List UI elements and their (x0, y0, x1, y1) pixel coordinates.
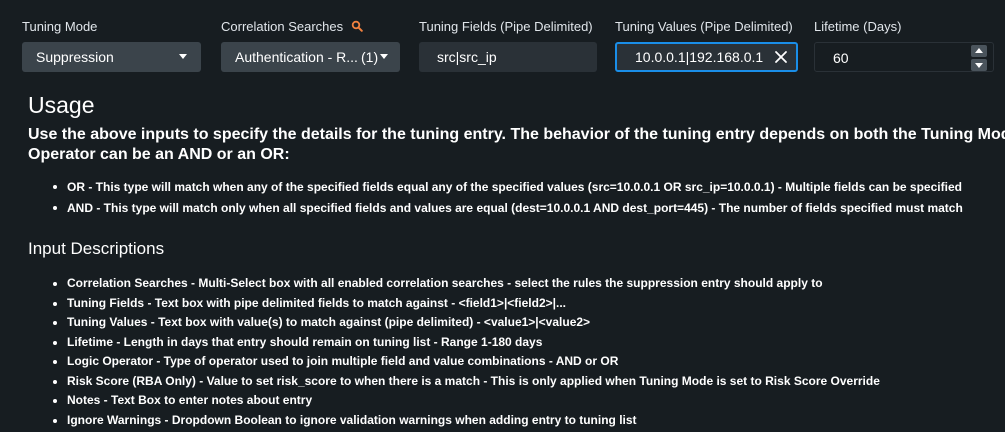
lifetime-stepper[interactable] (971, 45, 987, 71)
increment-button[interactable] (971, 45, 987, 57)
list-item: Tuning Values - Text box with value(s) t… (28, 313, 880, 333)
lifetime-group: Lifetime (Days) 60 (814, 18, 994, 72)
tuning-fields-group: Tuning Fields (Pipe Delimited) src|src_i… (419, 18, 597, 72)
tuning-values-input[interactable]: 10.0.0.1|192.168.0.1/16 (615, 42, 798, 72)
tuning-mode-label: Tuning Mode (22, 19, 98, 34)
input-descriptions-list: Correlation Searches - Multi-Select box … (28, 274, 880, 430)
chevron-down-icon (380, 54, 388, 59)
tuning-fields-value: src|src_ip (437, 49, 497, 65)
usage-heading: Usage (28, 92, 95, 118)
correlation-searches-label: Correlation Searches (221, 19, 344, 34)
chevron-down-icon (975, 63, 983, 68)
usage-intro-line-2: Operator can be an AND or an OR: (28, 146, 290, 163)
tuning-mode-group: Tuning Mode Suppression (22, 18, 201, 72)
tuning-values-group: Tuning Values (Pipe Delimited) 10.0.0.1|… (615, 18, 798, 72)
list-item: Risk Score (RBA Only) - Value to set ris… (28, 372, 880, 392)
list-item: Ignore Warnings - Dropdown Boolean to ig… (28, 411, 880, 431)
correlation-searches-value: Authentication - R... (235, 49, 358, 65)
chevron-up-icon (975, 48, 983, 53)
tuning-inputs-row: Tuning Mode Suppression Correlation Sear… (0, 0, 1005, 90)
lifetime-label: Lifetime (Days) (814, 19, 902, 34)
tuning-mode-value: Suppression (36, 49, 114, 65)
correlation-searches-group: Correlation Searches Authentication - R.… (221, 18, 400, 72)
list-item: AND - This type will match only when all… (28, 198, 963, 219)
chevron-down-icon (179, 54, 187, 59)
list-item: Notes - Text Box to enter notes about en… (28, 391, 880, 411)
search-icon[interactable] (351, 20, 363, 32)
logic-operator-list: OR - This type will match when any of th… (28, 177, 963, 219)
tuning-mode-dropdown[interactable]: Suppression (22, 42, 201, 72)
list-item: Tuning Fields - Text box with pipe delim… (28, 294, 880, 314)
tuning-page: Tuning Mode Suppression Correlation Sear… (0, 0, 1005, 432)
close-icon[interactable] (774, 50, 788, 64)
list-item: Lifetime - Length in days that entry sho… (28, 333, 880, 353)
correlation-searches-label-row: Correlation Searches (221, 18, 400, 36)
list-item: Correlation Searches - Multi-Select box … (28, 274, 880, 294)
usage-intro: Use the above inputs to specify the deta… (28, 125, 1005, 165)
tuning-values-label: Tuning Values (Pipe Delimited) (615, 19, 793, 34)
tuning-fields-label: Tuning Fields (Pipe Delimited) (419, 19, 593, 34)
lifetime-number-input[interactable]: 60 (814, 42, 994, 72)
list-item: OR - This type will match when any of th… (28, 177, 963, 198)
usage-intro-line-1: Use the above inputs to specify the deta… (28, 126, 1005, 143)
decrement-button[interactable] (971, 59, 987, 71)
lifetime-value: 60 (833, 50, 849, 66)
tuning-values-value: 10.0.0.1|192.168.0.1/16 (635, 49, 763, 65)
tuning-fields-input[interactable]: src|src_ip (419, 42, 597, 72)
list-item: Logic Operator - Type of operator used t… (28, 352, 880, 372)
input-descriptions-heading: Input Descriptions (28, 239, 165, 258)
correlation-searches-multiselect[interactable]: Authentication - R... (1) (221, 42, 400, 72)
correlation-searches-count: (1) (361, 49, 379, 65)
